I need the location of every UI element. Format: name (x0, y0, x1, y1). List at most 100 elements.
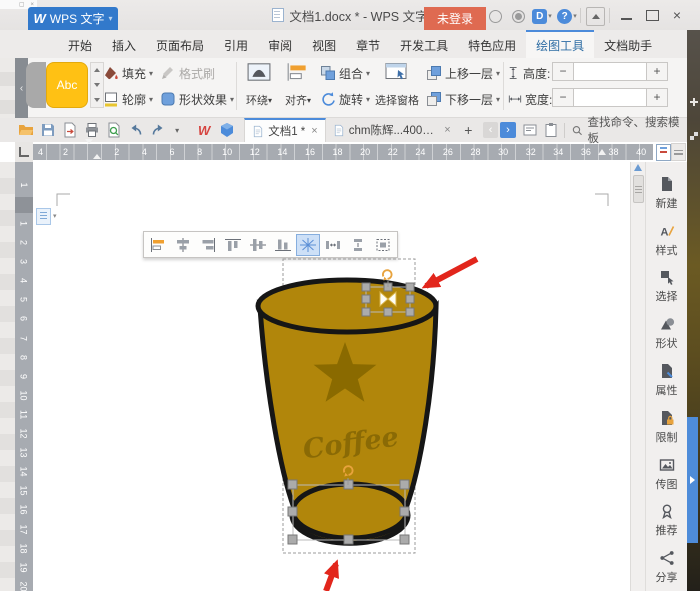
quick-access-button[interactable] (103, 119, 125, 141)
quick-access-button[interactable] (15, 119, 37, 141)
fill-button[interactable]: 填充▾ (103, 63, 153, 83)
width-minus-button[interactable]: − (553, 89, 574, 106)
align-toolbar-button[interactable] (146, 234, 170, 256)
app-icon[interactable] (216, 119, 238, 141)
side-panel-item[interactable]: 限制 (646, 404, 687, 451)
new-tab-button[interactable]: + (458, 119, 479, 141)
document-tab[interactable]: chm陈辉...400字符] × (326, 118, 458, 142)
quick-access-button[interactable] (59, 119, 81, 141)
shape-effects-button[interactable]: 形状效果▾ (160, 89, 234, 109)
align-toolbar-button[interactable] (296, 234, 320, 256)
tab-stop-selector[interactable] (15, 142, 33, 162)
side-panel-item[interactable]: 选择 (646, 264, 687, 311)
help-icon[interactable]: ?▾ (556, 8, 578, 24)
side-panel-item[interactable]: 形状 (646, 310, 687, 357)
vertical-scrollbar[interactable] (630, 162, 645, 591)
quick-access-button[interactable] (81, 119, 103, 141)
side-panel-item[interactable]: 传图 (646, 451, 687, 498)
docer-badge-icon[interactable]: D▾ (531, 8, 553, 24)
align-toolbar-button[interactable] (246, 234, 270, 256)
menu-tab[interactable]: 文档助手 (594, 30, 662, 58)
menu-tab-label: 审阅 (268, 37, 292, 54)
app-icon[interactable] (194, 119, 216, 141)
side-panel-item[interactable]: 新建 (646, 170, 687, 217)
document-tab[interactable]: 文档1 * × (244, 118, 326, 142)
scrollbar-thumb[interactable] (633, 175, 644, 203)
align-toolbar-button[interactable] (346, 234, 370, 256)
wps-app-menu-button[interactable]: W WPS 文字 ▾ (28, 7, 118, 30)
send-backward-button[interactable]: 下移一层▾ (426, 89, 500, 109)
maximize-button[interactable] (641, 6, 663, 24)
gallery-up-icon[interactable] (94, 68, 100, 72)
gallery-down-icon[interactable] (94, 83, 100, 87)
height-input[interactable] (574, 63, 646, 80)
menu-tab[interactable]: 插入 (102, 30, 146, 58)
command-search[interactable]: 查找命令、搜索模板 (571, 114, 687, 146)
format-painter-button[interactable]: 格式刷 (160, 63, 215, 83)
wrap-button[interactable]: 环绕▾ (241, 62, 277, 108)
align-toolbar-button[interactable] (196, 234, 220, 256)
panel-expand-handle[interactable] (687, 417, 698, 543)
quick-access-button[interactable] (147, 119, 169, 141)
width-plus-button[interactable]: + (646, 89, 667, 106)
split-view-handle[interactable] (671, 143, 686, 161)
chevron-down-icon: ▾ (108, 14, 112, 23)
bring-forward-button[interactable]: 上移一层▾ (426, 63, 500, 83)
gallery-more-icon[interactable] (94, 98, 100, 102)
height-plus-button[interactable]: + (646, 63, 667, 80)
side-panel-item[interactable]: 样式 (646, 217, 687, 264)
align-toolbar-button[interactable] (221, 234, 245, 256)
align-toolbar-button[interactable] (371, 234, 395, 256)
minimize-button[interactable] (615, 6, 637, 24)
indent-markers[interactable] (85, 144, 95, 160)
shape-style-gallery-item-selected[interactable]: Abc (46, 62, 88, 108)
shape-style-gallery-item[interactable] (26, 62, 46, 108)
object-anchor-icon[interactable]: ▾ (36, 208, 62, 224)
horizontal-ruler[interactable]: 4 2 246810121416182022242628303234363840 (33, 144, 653, 160)
close-button[interactable]: × (667, 6, 687, 24)
rotate-button[interactable]: 旋转▾ (320, 89, 370, 109)
align-button[interactable]: 对齐▾ (280, 62, 316, 108)
tab-list-icon[interactable] (520, 119, 541, 141)
scroll-up-icon[interactable] (634, 164, 642, 171)
side-panel-item[interactable]: 分享 (646, 544, 687, 591)
skin-circle-icon[interactable] (510, 8, 526, 24)
selection-pane-button[interactable]: 选择窗格 (372, 62, 422, 108)
login-button[interactable]: 未登录 (424, 7, 486, 31)
close-tab-icon[interactable]: × (444, 124, 450, 136)
quick-access-more-icon[interactable]: ▾ (169, 119, 184, 141)
width-stepper[interactable]: − + (552, 88, 668, 107)
side-panel-item[interactable]: 推荐 (646, 497, 687, 544)
height-minus-button[interactable]: − (553, 63, 574, 80)
height-stepper[interactable]: − + (552, 62, 668, 81)
group-button[interactable]: 组合▾ (320, 63, 370, 83)
align-toolbar-button[interactable] (171, 234, 195, 256)
clipboard-icon[interactable] (541, 119, 562, 141)
gallery-scroll-buttons[interactable] (90, 62, 104, 108)
document-page[interactable] (33, 162, 630, 591)
divider (580, 8, 581, 23)
close-tab-icon[interactable]: × (311, 125, 317, 137)
align-toolbar-button[interactable] (271, 234, 295, 256)
align-toolbar-button[interactable] (321, 234, 345, 256)
menu-tab[interactable]: 审阅 (258, 30, 302, 58)
menu-tab[interactable]: 视图 (302, 30, 346, 58)
next-tab-button[interactable]: › (500, 122, 515, 138)
side-panel-item[interactable]: 属性 (646, 357, 687, 404)
theme-circle-icon[interactable] (487, 8, 503, 24)
width-input[interactable] (574, 89, 646, 106)
vertical-ruler[interactable]: 1 1234567891011121314151617181920 (15, 162, 33, 591)
quick-access-button[interactable] (125, 119, 147, 141)
page-setup-icon[interactable] (656, 144, 671, 161)
outline-button[interactable]: 轮廓▾ (103, 89, 153, 109)
menu-tab[interactable]: 引用 (214, 30, 258, 58)
collapse-ribbon-icon[interactable] (586, 7, 605, 26)
prev-tab-button[interactable]: ‹ (483, 122, 498, 138)
menu-tab[interactable]: 绘图工具 (526, 30, 594, 58)
menu-tab[interactable]: 开始 (58, 30, 102, 58)
quick-access-button[interactable] (37, 119, 59, 141)
menu-tab[interactable]: 开发工具 (390, 30, 458, 58)
menu-tab[interactable]: 章节 (346, 30, 390, 58)
menu-tab[interactable]: 特色应用 (458, 30, 526, 58)
menu-tab[interactable]: 页面布局 (146, 30, 214, 58)
